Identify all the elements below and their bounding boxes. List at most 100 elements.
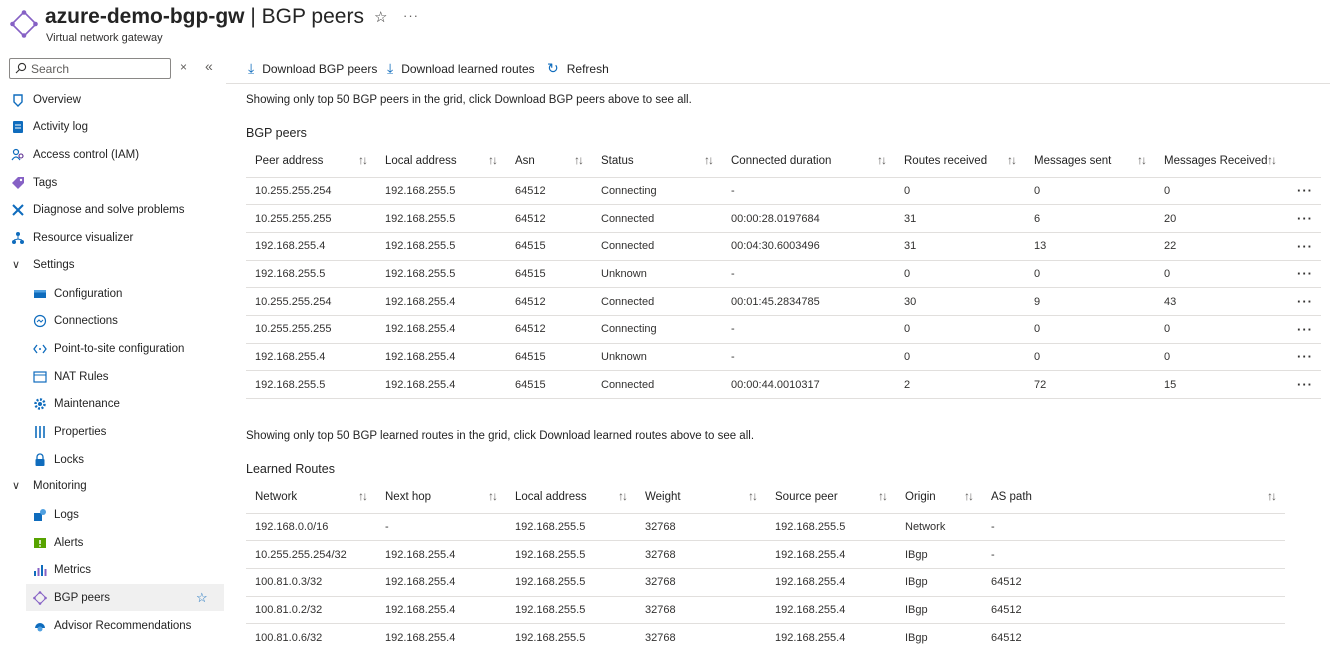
sort-icon[interactable]: ↑↓ [488,153,498,167]
row-more-options-icon[interactable]: ··· [1285,315,1321,344]
column-header[interactable]: Local address ↑↓ [376,145,506,178]
table-cell: 2 [895,370,1025,399]
sort-icon[interactable]: ↑↓ [878,489,888,503]
column-header[interactable]: Source peer ↑↓ [766,481,896,514]
sidebar-item-iam[interactable]: Access control (IAM) [0,141,224,168]
sort-icon[interactable]: ↑↓ [964,489,974,503]
table-row[interactable]: 10.255.255.254/32 192.168.255.4 192.168.25… [246,540,1285,569]
sidebar-item-properties[interactable]: Properties [0,418,224,445]
favorite-star-icon[interactable]: ☆ [374,8,387,26]
table-cell: 64512 [506,315,592,344]
table-cell: 192.168.255.5 [506,513,636,542]
sort-icon[interactable]: ↑↓ [574,153,584,167]
sidebar-item-nat-rules[interactable]: NAT Rules [0,363,224,390]
table-row[interactable]: 192.168.255.4 192.168.255.4 64515 Unknown -0… [246,343,1321,372]
collapse-sidebar-icon[interactable]: « [205,58,213,74]
table-cell: 192.168.255.5 [246,370,376,399]
sidebar-item-overview[interactable]: Overview [0,86,224,113]
clear-search-icon[interactable]: × [180,60,187,74]
sort-icon[interactable]: ↑↓ [704,153,714,167]
table-cell: - [722,260,895,289]
row-more-options-icon[interactable]: ··· [1285,287,1321,316]
row-more-options-icon[interactable]: ··· [1285,232,1321,261]
sidebar-group-settings[interactable]: ∨ Settings [0,251,224,278]
sort-icon[interactable]: ↑↓ [1137,153,1147,167]
sort-icon[interactable]: ↑↓ [358,489,368,503]
table-row[interactable]: 192.168.0.0/16-192.168.255.5 32768 192.168… [246,513,1285,542]
column-header[interactable]: Weight ↑↓ [636,481,766,514]
sidebar-item-metrics[interactable]: Metrics [0,556,224,583]
row-more-options-icon[interactable]: ··· [1285,177,1321,206]
sort-icon[interactable]: ↑↓ [1267,489,1277,503]
sort-icon[interactable]: ↑↓ [488,489,498,503]
table-row[interactable]: 10.255.255.254 192.168.255.5 64512 Connecti… [246,177,1321,206]
table-row[interactable]: 192.168.255.4 192.168.255.5 64515 Connected… [246,232,1321,261]
row-more-options-icon[interactable]: ··· [1285,343,1321,372]
sidebar-item-configuration[interactable]: Configuration [0,280,224,307]
table-cell: 192.168.255.4 [376,315,506,344]
sidebar-item-advisor[interactable]: Advisor Recommendations [0,612,224,639]
sort-icon[interactable]: ↑↓ [618,489,628,503]
download-learned-routes-button[interactable]: ⤓ Download learned routes [387,60,535,77]
sidebar-item-activity-log[interactable]: Activity log [0,113,224,140]
column-header[interactable]: AS path ↑↓ [982,481,1285,514]
table-cell: 192.168.255.4 [246,343,376,372]
column-header[interactable]: Connected duration ↑↓ [722,145,895,178]
sidebar-item-maintenance[interactable]: Maintenance [0,390,224,417]
table-row[interactable]: 10.255.255.254 192.168.255.4 64512 Connecte… [246,287,1321,316]
table-cell: 22 [1155,232,1285,261]
column-header[interactable]: Origin ↑↓ [896,481,982,514]
table-cell: 192.168.255.5 [376,232,506,261]
table-row[interactable]: 100.81.0.3/32 192.168.255.4 192.168.255.5 3… [246,568,1285,597]
sidebar-item-bgp-peers[interactable]: BGP peers ☆ [26,584,224,611]
table-cell: 64515 [506,260,592,289]
table-row[interactable]: 192.168.255.5 192.168.255.5 64515 Unknown -0… [246,260,1321,289]
download-icon: ⤓ [248,60,255,76]
column-header[interactable]: Next hop ↑↓ [376,481,506,514]
sidebar-item-diagnose[interactable]: Diagnose and solve problems [0,196,224,223]
table-row[interactable]: 192.168.255.5 192.168.255.4 64515 Connected… [246,370,1321,399]
sidebar-item-alerts[interactable]: Alerts [0,529,224,556]
column-header[interactable]: Asn ↑↓ [506,145,592,178]
column-header[interactable]: Local address ↑↓ [506,481,636,514]
sidebar-item-point-to-site[interactable]: Point-to-site configuration [0,335,224,362]
sort-icon[interactable]: ↑↓ [877,153,887,167]
table-cell: Connected [592,287,722,316]
favorite-star-icon[interactable]: ☆ [196,590,208,606]
sort-icon[interactable]: ↑↓ [1267,153,1277,167]
column-header[interactable]: Peer address ↑↓ [246,145,376,178]
table-cell: 192.168.255.5 [506,540,636,569]
column-header-label: Source peer [775,490,838,503]
column-header[interactable]: Messages sent ↑↓ [1025,145,1155,178]
refresh-button[interactable]: ↻ Refresh [547,60,609,77]
row-more-options-icon[interactable]: ··· [1285,370,1321,399]
table-cell: 10.255.255.255 [246,315,376,344]
column-header[interactable]: Status ↑↓ [592,145,722,178]
table-row[interactable]: 100.81.0.6/32 192.168.255.4 192.168.255.5 3… [246,623,1285,648]
sidebar-item-resource-visualizer[interactable]: Resource visualizer [0,224,224,251]
table-row[interactable]: 10.255.255.255 192.168.255.4 64512 Connecti… [246,315,1321,344]
sidebar-item-locks[interactable]: Locks [0,446,224,473]
table-cell: 72 [1025,370,1155,399]
sidebar-group-monitoring[interactable]: ∨ Monitoring [0,472,224,499]
sidebar-item-connections[interactable]: Connections [0,307,224,334]
sort-icon[interactable]: ↑↓ [748,489,758,503]
column-header[interactable]: Routes received ↑↓ [895,145,1025,178]
table-cell: 10.255.255.254 [246,287,376,316]
sidebar-item-tags[interactable]: Tags [0,169,224,196]
configuration-icon [33,287,47,301]
column-header[interactable]: Messages Received ↑↓ [1155,145,1285,178]
row-more-options-icon[interactable]: ··· [1285,204,1321,233]
column-header[interactable]: Network ↑↓ [246,481,376,514]
sort-icon[interactable]: ↑↓ [358,153,368,167]
more-options-icon[interactable]: ··· [403,8,419,23]
sort-icon[interactable]: ↑↓ [1007,153,1017,167]
download-bgp-peers-button[interactable]: ⤓ Download BGP peers [248,60,377,77]
row-more-options-icon[interactable]: ··· [1285,260,1321,289]
search-input[interactable]: Search [9,58,171,79]
table-row[interactable]: 10.255.255.255 192.168.255.5 64512 Connecte… [246,204,1321,233]
table-cell: 9 [1025,287,1155,316]
sidebar-item-logs[interactable]: Logs [0,501,224,528]
table-cell: Connected [592,204,722,233]
table-row[interactable]: 100.81.0.2/32 192.168.255.4 192.168.255.5 3… [246,596,1285,625]
